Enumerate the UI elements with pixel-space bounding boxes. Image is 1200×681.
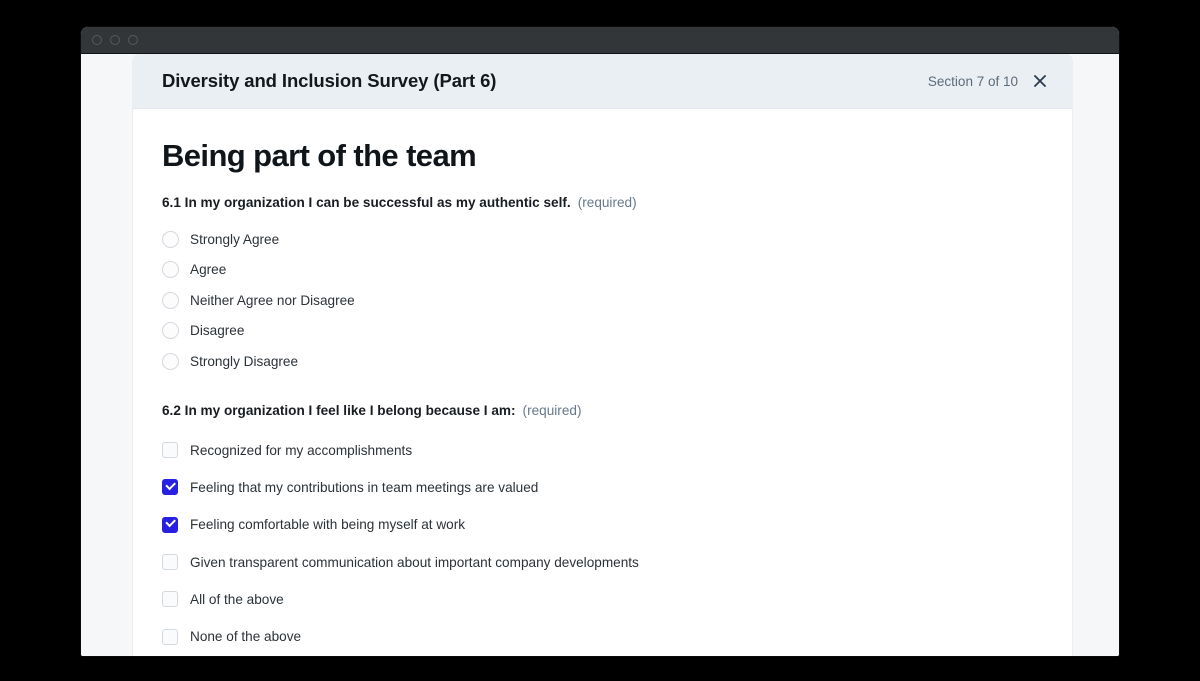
question-6-1-required-tag: (required) [577, 195, 637, 210]
checkbox-option-transparent-communication[interactable]: Given transparent communication about im… [162, 543, 1043, 580]
page-viewport: Diversity and Inclusion Survey (Part 6) … [81, 54, 1119, 656]
checkbox-icon-checked[interactable] [162, 516, 178, 533]
radio-icon[interactable] [162, 291, 179, 309]
radio-icon[interactable] [162, 322, 179, 340]
checkbox-icon[interactable] [162, 442, 178, 459]
option-label: Agree [190, 262, 227, 278]
checkbox-option-none-of-the-above[interactable]: None of the above [162, 618, 1043, 655]
option-label: Recognized for my accomplishments [190, 442, 413, 458]
question-6-2-label: 6.2 In my organization I feel like I bel… [162, 403, 1043, 418]
checkbox-icon[interactable] [162, 554, 178, 571]
close-window-dot[interactable] [92, 35, 102, 45]
radio-option-agree[interactable]: Agree [162, 255, 1043, 286]
option-label: Neither Agree nor Disagree [190, 292, 355, 308]
radio-option-neither-agree-nor-disagree[interactable]: Neither Agree nor Disagree [162, 285, 1043, 316]
survey-card-header: Diversity and Inclusion Survey (Part 6) … [133, 54, 1072, 109]
section-heading: Being part of the team [162, 138, 477, 173]
radio-icon[interactable] [162, 230, 179, 248]
radio-option-disagree[interactable]: Disagree [162, 316, 1043, 347]
question-6-1-label: 6.1 In my organization I can be successf… [162, 195, 1043, 210]
checkbox-icon[interactable] [162, 591, 178, 608]
checkbox-option-all-of-the-above[interactable]: All of the above [162, 581, 1043, 618]
question-6-2-text: 6.2 In my organization I feel like I bel… [162, 402, 516, 418]
radio-icon[interactable] [162, 261, 179, 279]
option-label: Strongly Disagree [190, 353, 299, 369]
question-6-1-text: 6.1 In my organization I can be successf… [162, 195, 571, 210]
checkbox-option-contributions-valued[interactable]: Feeling that my contributions in team me… [162, 469, 1043, 506]
survey-card: Diversity and Inclusion Survey (Part 6) … [133, 54, 1072, 656]
window-titlebar [81, 27, 1119, 54]
radio-option-strongly-disagree[interactable]: Strongly Disagree [162, 346, 1043, 377]
checkbox-option-comfortable-being-myself[interactable]: Feeling comfortable with being myself at… [162, 506, 1043, 543]
question-6-2-block: 6.2 In my organization I feel like I bel… [162, 403, 1043, 656]
app-window: Diversity and Inclusion Survey (Part 6) … [81, 27, 1119, 656]
option-label: Disagree [190, 323, 245, 339]
survey-title: Diversity and Inclusion Survey (Part 6) [162, 70, 497, 91]
option-label: Feeling comfortable with being myself at… [190, 517, 466, 533]
minimize-window-dot[interactable] [110, 35, 120, 45]
close-icon[interactable] [1031, 72, 1049, 90]
question-6-1-options: Strongly Agree Agree Neither Agree nor D… [162, 224, 1043, 377]
option-label: All of the above [190, 591, 284, 607]
question-6-2-required-tag: (required) [522, 402, 582, 418]
option-label: Feeling that my contributions in team me… [190, 479, 539, 495]
section-counter: Section 7 of 10 [927, 73, 1018, 89]
option-label: Given transparent communication about im… [190, 554, 639, 570]
survey-card-body: Being part of the team 6.1 In my organiz… [133, 109, 1072, 656]
radio-icon[interactable] [162, 352, 179, 370]
maximize-window-dot[interactable] [128, 35, 138, 45]
checkbox-icon[interactable] [162, 628, 178, 645]
checkbox-option-recognized-for-my-accomplishments[interactable]: Recognized for my accomplishments [162, 432, 1043, 469]
radio-option-strongly-agree[interactable]: Strongly Agree [162, 224, 1043, 255]
option-label: Strongly Agree [190, 231, 280, 247]
checkbox-icon-checked[interactable] [162, 479, 178, 496]
question-6-1-block: 6.1 In my organization I can be successf… [162, 195, 1043, 377]
question-6-2-options: Recognized for my accomplishments Feelin… [162, 432, 1043, 656]
option-label: None of the above [190, 629, 302, 645]
survey-header-right: Section 7 of 10 [928, 72, 1049, 90]
